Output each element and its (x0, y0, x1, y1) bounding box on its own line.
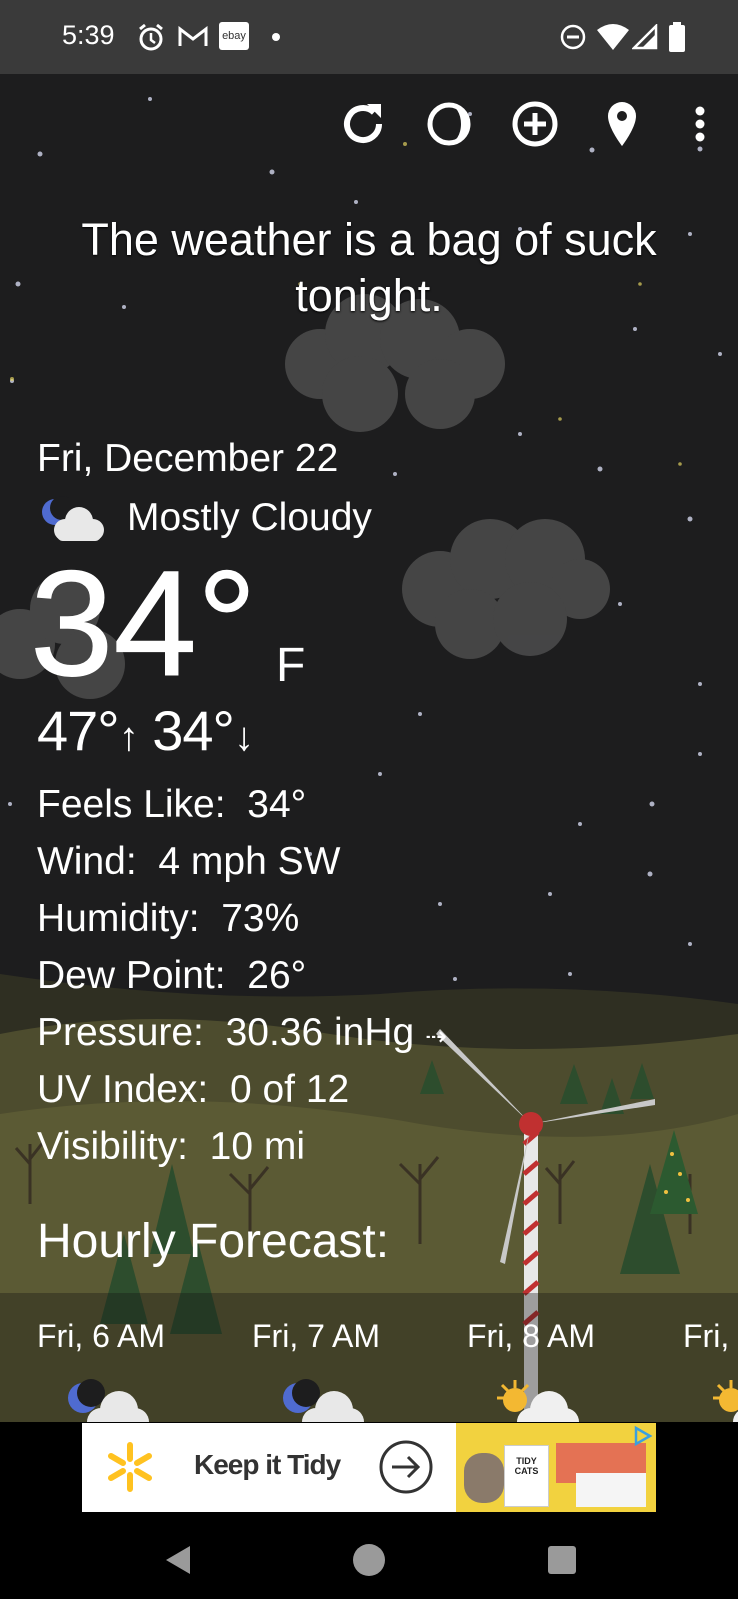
recents-button[interactable] (544, 1542, 580, 1578)
overflow-menu-icon[interactable] (672, 96, 728, 152)
low-temp: 34° (152, 699, 235, 762)
high-temp: 47° (37, 699, 120, 762)
location-pin-icon[interactable] (594, 96, 650, 152)
ad-headline: Keep it Tidy (194, 1449, 341, 1480)
gmail-icon (178, 26, 208, 46)
detail-value: 73% (221, 897, 300, 940)
detail-uv-index: UV Index: 0 of 12 (37, 1061, 447, 1118)
detail-label: Dew Point: (37, 954, 226, 997)
detail-label: UV Index: (37, 1068, 209, 1111)
detail-label: Feels Like: (37, 783, 226, 826)
alarm-icon (139, 23, 163, 51)
home-button[interactable] (351, 1542, 387, 1578)
hourly-time: Fri, (683, 1318, 730, 1354)
product-box: TIDY CATS (504, 1445, 549, 1507)
current-temperature: 34° (30, 539, 258, 707)
detail-wind: Wind: 4 mph SW (37, 833, 447, 890)
pressure-trend-icon: ⇢ (425, 1021, 447, 1051)
weather-tagline: The weather is a bag of suck tonight. (81, 214, 657, 321)
dot-icon (272, 33, 280, 41)
hourly-item[interactable]: Fri, (683, 1318, 738, 1433)
status-bar: 5:39 ebay (0, 0, 738, 74)
navigation-bar (0, 1521, 738, 1599)
hourly-time: Fri, 6 AM (37, 1318, 166, 1354)
detail-value: 0 of 12 (229, 1068, 350, 1111)
detail-feels-like: Feels Like: 34° (37, 776, 447, 833)
ebay-label: ebay (222, 30, 246, 42)
detail-value: 26° (247, 954, 307, 997)
detail-label: Humidity: (37, 897, 200, 940)
ad-choices-icon[interactable] (632, 1425, 654, 1447)
detail-humidity: Humidity: 73% (37, 890, 447, 947)
detail-value: 4 mph SW (158, 840, 341, 883)
wifi-icon (597, 24, 629, 50)
ad-product-image: TIDY CATS (456, 1423, 656, 1512)
back-button[interactable] (160, 1542, 196, 1578)
detail-label: Pressure: (37, 1011, 204, 1054)
detail-value: 34° (247, 783, 307, 826)
high-low-temps: 47°↑ 34°↓ (37, 698, 254, 763)
battery-icon (669, 22, 685, 52)
hourly-time: Fri, 7 AM (252, 1318, 381, 1354)
detail-label: Visibility: (37, 1125, 188, 1168)
weather-details: Feels Like: 34° Wind: 4 mph SW Humidity:… (37, 776, 447, 1175)
up-arrow-icon: ↑ (118, 715, 139, 759)
moon-phase-icon[interactable] (421, 96, 477, 152)
temperature-unit: F (276, 639, 306, 692)
status-time: 5:39 (62, 20, 115, 50)
down-arrow-icon: ↓ (233, 715, 254, 759)
ad-banner[interactable]: Keep it Tidy TIDY CATS (82, 1423, 656, 1512)
hourly-item[interactable]: Fri, 6 AM (37, 1318, 166, 1436)
hourly-time: Fri, 8 AM (467, 1318, 596, 1354)
hourly-item[interactable]: Fri, 8 AM (467, 1318, 596, 1436)
do-not-disturb-icon (560, 24, 586, 50)
detail-value: 10 mi (209, 1125, 306, 1168)
detail-dew-point: Dew Point: 26° (37, 947, 447, 1004)
condition-text: Mostly Cloudy (127, 496, 372, 539)
walmart-spark-icon (108, 1442, 152, 1492)
hourly-item[interactable]: Fri, 7 AM (252, 1318, 381, 1436)
refresh-icon[interactable] (335, 96, 391, 152)
detail-value: 30.36 inHg (225, 1011, 415, 1054)
ebay-icon: ebay (219, 22, 249, 50)
detail-label: Wind: (37, 840, 137, 883)
arrow-circle-icon[interactable] (378, 1439, 434, 1495)
detail-pressure: Pressure: 30.36 inHg ⇢ (37, 1004, 447, 1061)
detail-visibility: Visibility: 10 mi (37, 1118, 447, 1175)
current-date: Fri, December 22 (37, 437, 339, 480)
hourly-forecast-title: Hourly Forecast: (37, 1215, 390, 1268)
cell-signal-icon (632, 24, 658, 50)
add-location-icon[interactable] (507, 96, 563, 152)
moon-cloud-icon (42, 496, 104, 541)
